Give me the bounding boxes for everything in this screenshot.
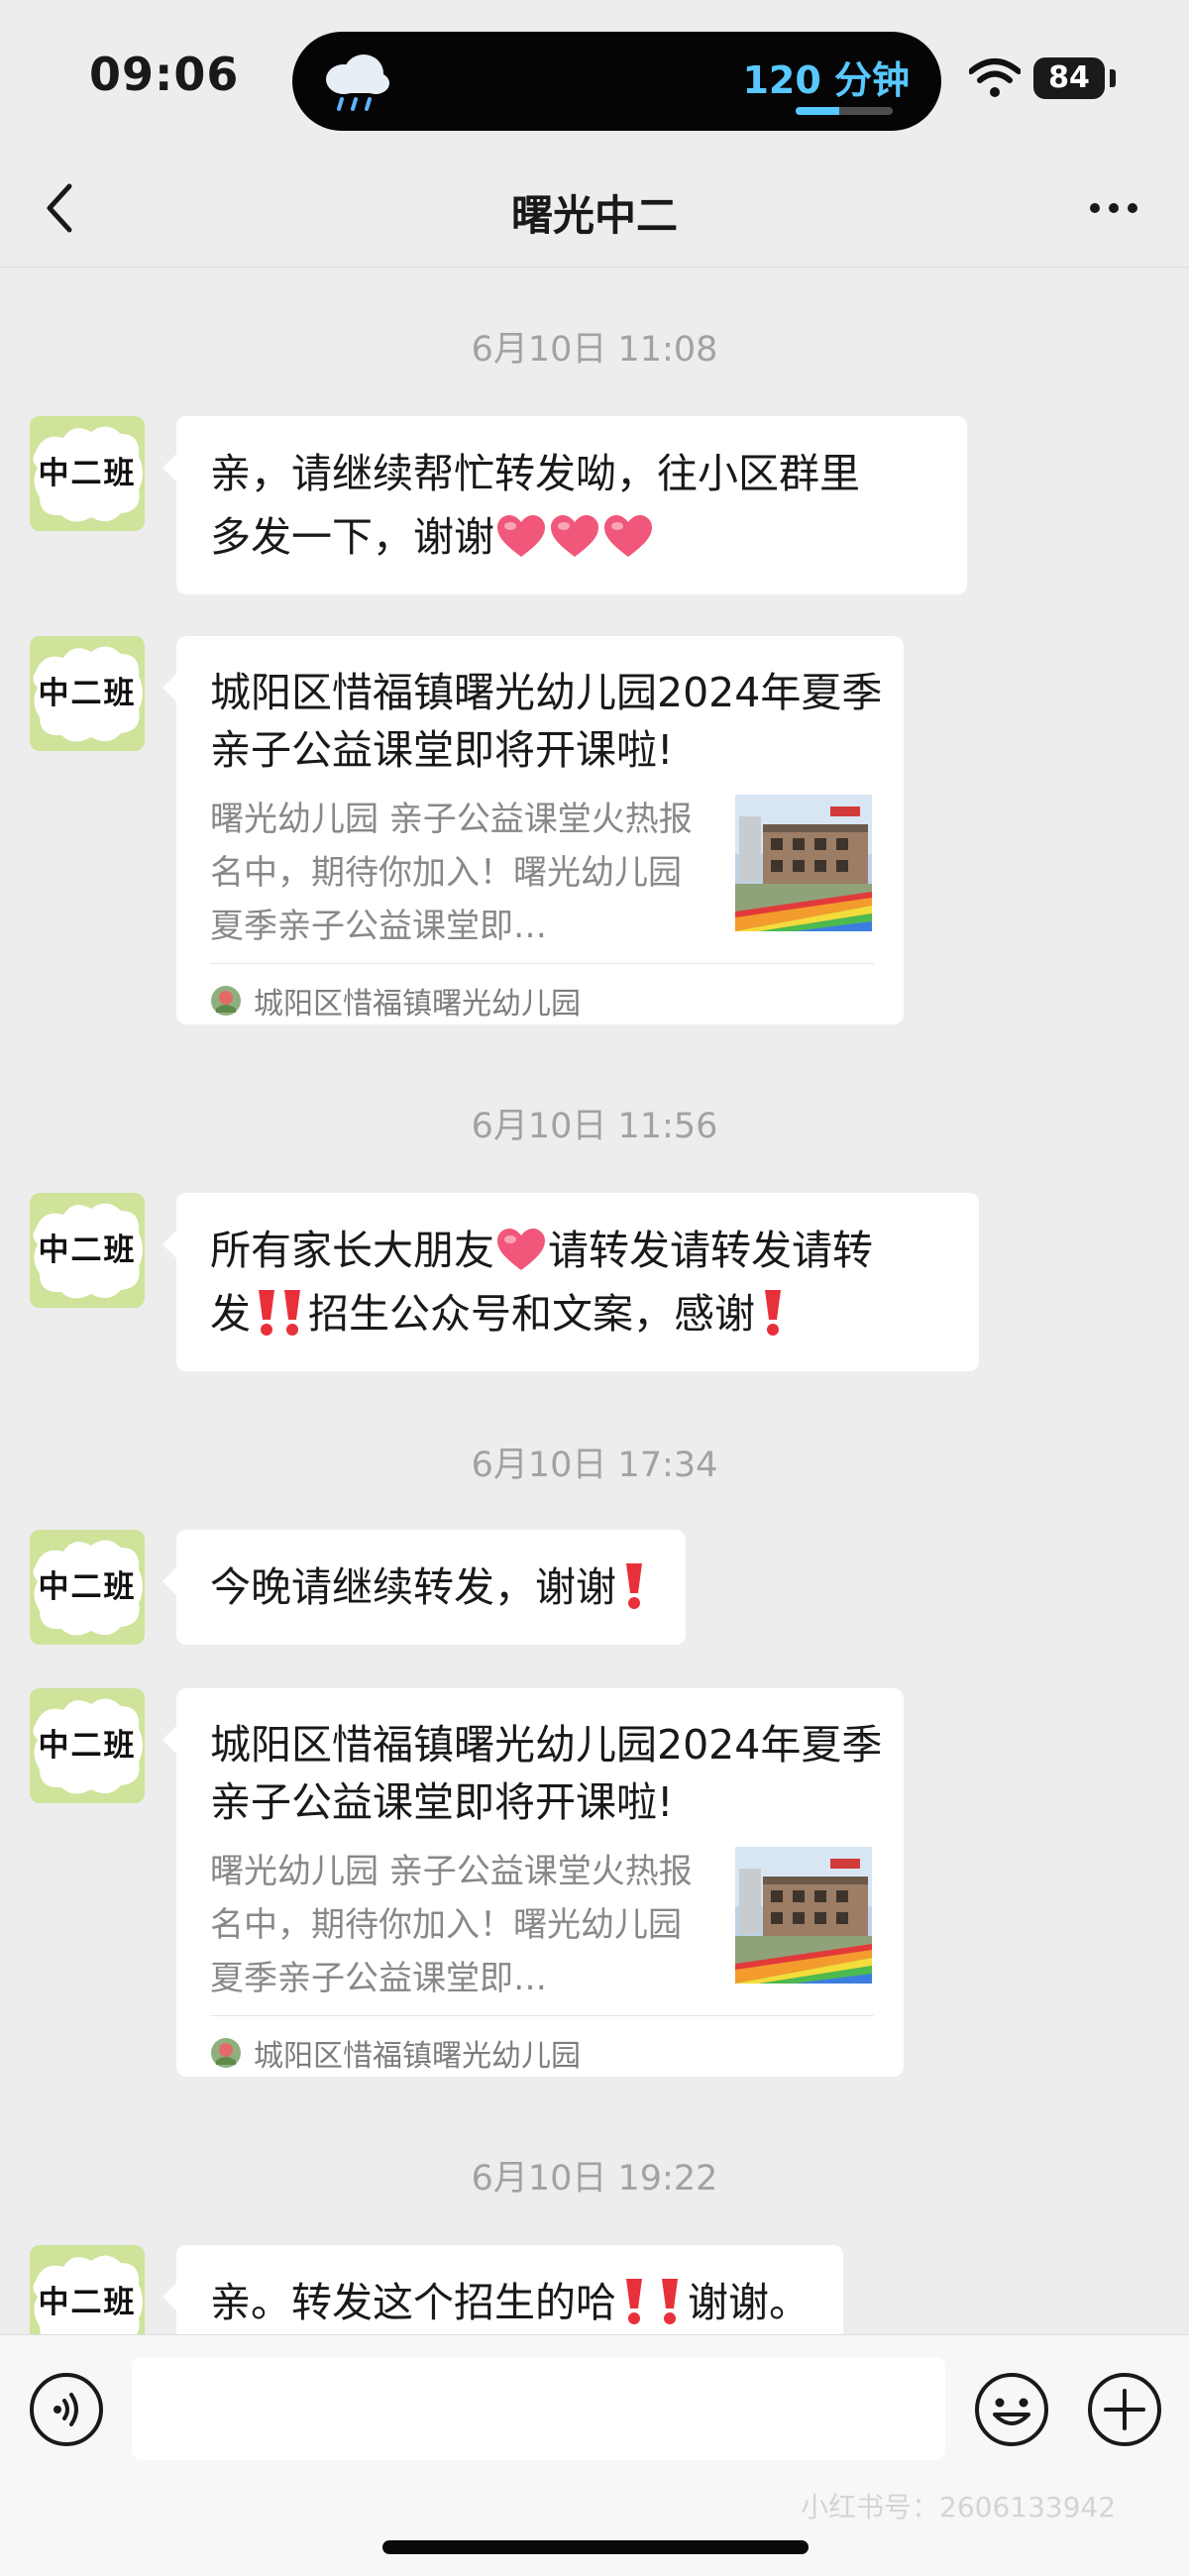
source-logo-icon: [210, 985, 242, 1017]
avatar-label: 中二班: [38, 1569, 137, 1605]
link-card-thumbnail: [735, 795, 872, 931]
link-card[interactable]: 城阳区惜福镇曙光幼儿园2024年夏季亲子公益课堂即将开课啦! 曙光幼儿园 亲子公…: [162, 636, 904, 1026]
island-progress-bar: [796, 107, 893, 115]
avatar[interactable]: 中二班: [30, 1193, 145, 1308]
battery-indicator: 84: [1033, 57, 1105, 99]
message-text: 亲。转发这个招生的哈: [210, 2279, 616, 2326]
link-card-description: 曙光幼儿园 亲子公益课堂火热报名中，期待你加入！曙光幼儿园夏季亲子公益课堂即…: [210, 800, 693, 946]
message-text: 请转发请转发请转: [548, 1227, 873, 1274]
wifi-icon: [969, 58, 1021, 97]
exclamation-icon: [620, 2275, 648, 2326]
heart-emoji-icon: [495, 1227, 547, 1272]
message-input[interactable]: [132, 2357, 945, 2460]
rain-cloud-icon: [326, 54, 389, 111]
message-bubble[interactable]: 亲，请继续帮忙转发呦，往小区群里 多发一下，谢谢: [162, 416, 967, 594]
avatar[interactable]: 中二班: [30, 1530, 145, 1645]
exclamation-icon: [759, 1286, 787, 1338]
link-card-title: 城阳区惜福镇曙光幼儿园2024年夏季亲子公益课堂即将开课啦!: [210, 669, 883, 774]
message-bubble[interactable]: 今晚请继续转发，谢谢: [162, 1530, 686, 1645]
message-bubble[interactable]: 所有家长大朋友 请转发请转发请转 发 招生公众号和文案，感谢: [162, 1193, 979, 1371]
battery-cap: [1110, 69, 1116, 87]
status-time: 09:06: [89, 48, 240, 101]
dynamic-island[interactable]: 120 分钟: [292, 32, 941, 131]
timestamp: 6月10日 19:22: [471, 2159, 718, 2199]
island-progress-fill: [796, 107, 840, 115]
avatar-label: 中二班: [38, 1728, 137, 1764]
heart-emoji-icon: [602, 513, 654, 559]
heart-emoji-icon: [495, 513, 547, 559]
link-card[interactable]: 城阳区惜福镇曙光幼儿园2024年夏季亲子公益课堂即将开课啦! 曙光幼儿园 亲子公…: [162, 1688, 904, 2079]
heart-emoji-icon: [549, 513, 600, 559]
link-card-thumbnail: [735, 1847, 872, 1984]
link-card-divider: [210, 2015, 874, 2016]
avatar[interactable]: 中二班: [30, 636, 145, 751]
status-bar: 09:06 120 分钟 84: [0, 0, 1189, 149]
link-card-title: 城阳区惜福镇曙光幼儿园2024年夏季亲子公益课堂即将开课啦!: [210, 1721, 883, 1826]
avatar-label: 中二班: [38, 676, 137, 711]
chat-title: 曙光中二: [510, 191, 678, 240]
source-logo-icon: [210, 2037, 242, 2069]
chat-header: 曙光中二: [0, 149, 1189, 268]
timestamp: 6月10日 17:34: [471, 1446, 718, 1485]
exclamation-icon: [656, 2275, 684, 2326]
message-text: 今晚请继续转发，谢谢: [210, 1563, 616, 1611]
link-card-source: 城阳区惜福镇曙光幼儿园: [210, 975, 581, 1026]
timestamp: 6月10日 11:08: [471, 330, 718, 370]
exclamation-icon: [620, 1559, 648, 1611]
island-label: 120 分钟: [742, 58, 910, 102]
message-text: 招生公众号和文案，感谢: [308, 1290, 755, 1338]
plus-icon[interactable]: [1086, 2371, 1163, 2448]
message-text: 发: [210, 1290, 251, 1338]
voice-icon[interactable]: [28, 2371, 105, 2448]
message-text: 多发一下，谢谢: [210, 513, 494, 561]
avatar[interactable]: 中二班: [30, 416, 145, 531]
avatar-label: 中二班: [38, 1233, 137, 1268]
more-dots-icon[interactable]: [1088, 200, 1139, 216]
message-text: 所有家长大朋友: [210, 1227, 494, 1274]
emoji-icon[interactable]: [973, 2371, 1050, 2448]
double-exclamation-icon: [255, 1286, 304, 1338]
input-bar: 小红书号：2606133942: [0, 2334, 1189, 2576]
avatar[interactable]: 中二班: [30, 1688, 145, 1803]
link-card-source-name: 城阳区惜福镇曙光幼儿园: [254, 2039, 581, 2074]
link-card-description: 曙光幼儿园 亲子公益课堂火热报名中，期待你加入！曙光幼儿园夏季亲子公益课堂即…: [210, 1852, 693, 1998]
link-card-source: 城阳区惜福镇曙光幼儿园: [210, 2027, 581, 2079]
avatar-label: 中二班: [38, 456, 137, 491]
watermark: 小红书号：2606133942: [801, 2491, 1117, 2523]
link-card-source-name: 城阳区惜福镇曙光幼儿园: [254, 987, 581, 1021]
home-indicator: [382, 2540, 809, 2554]
link-card-divider: [210, 963, 874, 964]
message-text: 谢谢。: [688, 2279, 810, 2326]
timestamp: 6月10日 11:56: [471, 1107, 718, 1146]
message-text: 亲，请继续帮忙转发呦，往小区群里: [210, 450, 860, 497]
